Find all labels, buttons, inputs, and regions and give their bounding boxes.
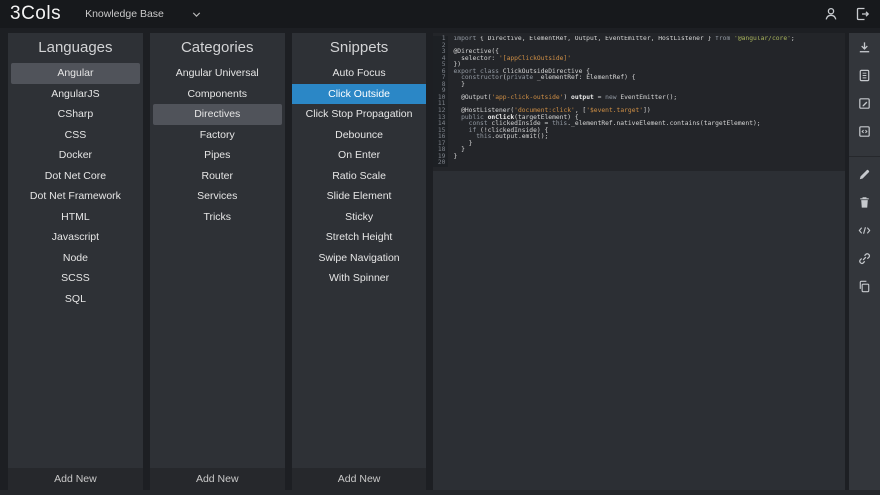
code-icon <box>857 223 872 243</box>
categories-column: Categories Angular UniversalComponentsDi… <box>150 33 285 490</box>
download-button[interactable] <box>856 42 872 58</box>
account-icon <box>823 6 839 22</box>
account-button[interactable] <box>823 6 839 22</box>
app-logo[interactable]: 3Cols <box>10 3 61 25</box>
list-item-on-enter[interactable]: On Enter <box>295 145 424 166</box>
list-item-scss[interactable]: SCSS <box>11 268 140 289</box>
list-item-auto-focus[interactable]: Auto Focus <box>295 63 424 84</box>
link-icon <box>857 251 872 271</box>
code-block[interactable]: 1234567891011121314151617181920 import {… <box>433 33 845 171</box>
edit-button[interactable] <box>856 169 872 185</box>
list-item-factory[interactable]: Factory <box>153 125 282 146</box>
footer-strip <box>0 490 880 495</box>
board-selector-dropdown[interactable]: Knowledge Base <box>85 8 203 21</box>
categories-column-title: Categories <box>150 33 285 61</box>
copy-button[interactable] <box>856 281 872 297</box>
file-edit-button[interactable] <box>856 98 872 114</box>
list-item-swipe-navigation[interactable]: Swipe Navigation <box>295 248 424 269</box>
list-item-angular-universal[interactable]: Angular Universal <box>153 63 282 84</box>
list-item-dot-net-framework[interactable]: Dot Net Framework <box>11 186 140 207</box>
file-icon <box>857 68 872 88</box>
snippets-add-new-button[interactable]: Add New <box>292 468 427 490</box>
list-item-tricks[interactable]: Tricks <box>153 207 282 228</box>
logout-button[interactable] <box>854 6 870 22</box>
list-item-angularjs[interactable]: AngularJS <box>11 84 140 105</box>
list-item-pipes[interactable]: Pipes <box>153 145 282 166</box>
list-item-dot-net-core[interactable]: Dot Net Core <box>11 166 140 187</box>
list-item-directives[interactable]: Directives <box>153 104 282 125</box>
list-item-debounce[interactable]: Debounce <box>295 125 424 146</box>
list-item-sticky[interactable]: Sticky <box>295 207 424 228</box>
languages-column-title: Languages <box>8 33 143 61</box>
languages-column: Languages AngularAngularJSCSharpCSSDocke… <box>8 33 143 490</box>
snippets-column: Snippets Auto FocusClick OutsideClick St… <box>292 33 427 490</box>
list-item-router[interactable]: Router <box>153 166 282 187</box>
embed-button[interactable] <box>856 126 872 142</box>
code-content[interactable]: import { Directive, ElementRef, Output, … <box>448 36 845 167</box>
link-button[interactable] <box>856 253 872 269</box>
delete-icon <box>857 195 872 215</box>
code-button[interactable] <box>856 225 872 241</box>
toolbar-top-group <box>856 42 872 154</box>
list-item-node[interactable]: Node <box>11 248 140 269</box>
app-header: 3Cols Knowledge Base <box>0 0 880 28</box>
list-item-css[interactable]: CSS <box>11 125 140 146</box>
edit-icon <box>857 167 872 187</box>
list-item-html[interactable]: HTML <box>11 207 140 228</box>
chevron-down-icon <box>190 8 203 21</box>
right-toolbar <box>849 33 880 493</box>
list-item-click-outside[interactable]: Click Outside <box>292 84 427 105</box>
toolbar-divider <box>849 156 880 157</box>
copy-icon <box>857 279 872 299</box>
file-button[interactable] <box>856 70 872 86</box>
main-area: Languages AngularAngularJSCSharpCSSDocke… <box>0 28 880 490</box>
list-item-slide-element[interactable]: Slide Element <box>295 186 424 207</box>
file-edit-icon <box>857 96 872 116</box>
line-number-gutter: 1234567891011121314151617181920 <box>433 36 448 167</box>
toolbar-bottom-group <box>856 169 872 309</box>
list-item-stretch-height[interactable]: Stretch Height <box>295 227 424 248</box>
categories-add-new-button[interactable]: Add New <box>150 468 285 490</box>
list-item-with-spinner[interactable]: With Spinner <box>295 268 424 289</box>
list-item-click-stop-propagation[interactable]: Click Stop Propagation <box>295 104 424 125</box>
embed-icon <box>857 124 872 144</box>
list-item-javascript[interactable]: Javascript <box>11 227 140 248</box>
list-item-docker[interactable]: Docker <box>11 145 140 166</box>
header-actions <box>823 6 870 22</box>
list-item-components[interactable]: Components <box>153 84 282 105</box>
list-item-ratio-scale[interactable]: Ratio Scale <box>295 166 424 187</box>
list-item-csharp[interactable]: CSharp <box>11 104 140 125</box>
logout-icon <box>854 6 870 22</box>
languages-add-new-button[interactable]: Add New <box>8 468 143 490</box>
delete-button[interactable] <box>856 197 872 213</box>
snippet-editor-panel[interactable]: 1234567891011121314151617181920 import {… <box>433 33 845 493</box>
list-item-sql[interactable]: SQL <box>11 289 140 310</box>
board-selector-value: Knowledge Base <box>85 8 164 20</box>
download-icon <box>857 40 872 60</box>
snippets-column-title: Snippets <box>292 33 427 61</box>
categories-list: Angular UniversalComponentsDirectivesFac… <box>150 61 285 468</box>
list-item-services[interactable]: Services <box>153 186 282 207</box>
languages-list: AngularAngularJSCSharpCSSDockerDot Net C… <box>8 61 143 468</box>
list-item-angular[interactable]: Angular <box>11 63 140 84</box>
snippets-list: Auto FocusClick OutsideClick Stop Propag… <box>292 61 427 468</box>
